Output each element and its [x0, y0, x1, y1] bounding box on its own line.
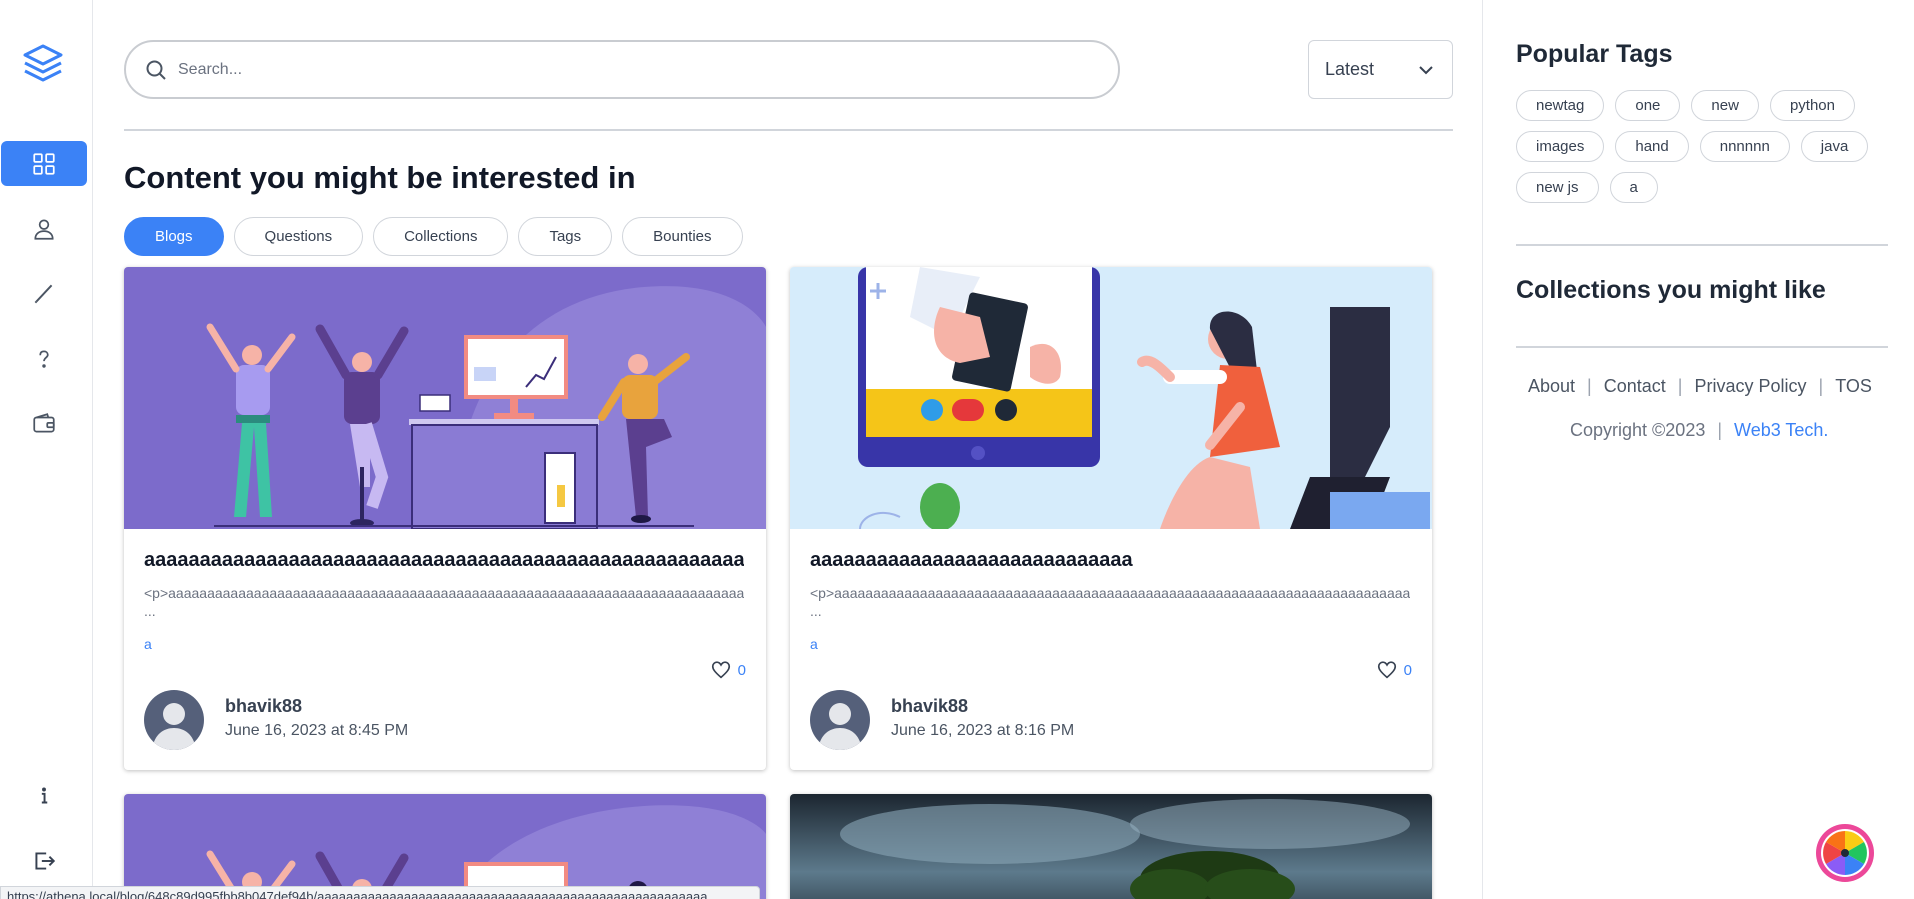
left-sidebar: [0, 0, 93, 899]
separator: |: [1818, 376, 1824, 396]
tag-pill[interactable]: hand: [1615, 131, 1689, 162]
footer-links: About | Contact | Privacy Policy | TOS: [1528, 376, 1872, 397]
tag-pill[interactable]: java: [1800, 131, 1869, 162]
copyright: Copyright ©2023 | Web3 Tech.: [1570, 420, 1828, 441]
popular-tags-list: newtag one new python images hand nnnnnn…: [1516, 90, 1886, 203]
grid-icon: [33, 152, 55, 175]
blog-card[interactable]: aaaaaaaaaaaaaaaaaaaaaaaaaaaaaaaaaaaaaaaa…: [124, 267, 766, 770]
post-date: June 16, 2023 at 8:45 PM: [225, 722, 409, 739]
search-input[interactable]: [178, 60, 1078, 79]
tag-pill[interactable]: nnnnnn: [1699, 131, 1790, 162]
avatar[interactable]: [810, 690, 870, 750]
question-icon: [39, 350, 49, 368]
like-button[interactable]: 0: [1376, 659, 1412, 681]
sidebar-item-home[interactable]: [1, 141, 87, 186]
footer-link-about[interactable]: About: [1528, 376, 1575, 397]
separator: |: [1717, 420, 1723, 440]
card-excerpt-text: <p>aaaaaaaaaaaaaaaaaaaaaaaaaaaaaaaaaaaaa…: [144, 585, 744, 601]
sidebar-item-write[interactable]: [1, 271, 87, 316]
sort-select[interactable]: Latest: [1308, 40, 1453, 99]
browser-status-url: https://athena.local/blog/648c89d995fbb8…: [0, 886, 760, 899]
like-button[interactable]: 0: [710, 659, 746, 681]
tab-questions[interactable]: Questions: [233, 217, 364, 256]
card-excerpt: <p>aaaaaaaaaaaaaaaaaaaaaaaaaaaaaaaaaaaaa…: [144, 584, 744, 620]
tab-bounties[interactable]: Bounties: [622, 217, 743, 256]
tag-pill[interactable]: one: [1615, 90, 1681, 121]
layers-icon[interactable]: [21, 42, 65, 86]
collections-title: Collections you might like: [1516, 276, 1826, 304]
heart-icon: [711, 661, 730, 679]
card-excerpt-text: <p>aaaaaaaaaaaaaaaaaaaaaaaaaaaaaaaaaaaaa…: [810, 585, 1410, 601]
search-icon: [146, 60, 166, 80]
post-date: June 16, 2023 at 8:16 PM: [891, 722, 1075, 739]
author-name[interactable]: bhavik88: [225, 696, 302, 717]
sidebar-item-profile[interactable]: [1, 206, 87, 251]
tag-pill[interactable]: new: [1691, 90, 1759, 121]
card-title[interactable]: aaaaaaaaaaaaaaaaaaaaaaaaaaaaa: [810, 549, 1410, 572]
popular-tags-title: Popular Tags: [1516, 40, 1673, 68]
brand-link[interactable]: Web3 Tech.: [1734, 420, 1828, 441]
avatar-placeholder-icon: [810, 690, 870, 750]
logout-icon[interactable]: [1, 838, 87, 883]
card-excerpt-ellipsis: ...: [144, 603, 156, 619]
blog-card[interactable]: [124, 794, 766, 899]
avatar-placeholder-icon: [144, 690, 204, 750]
tag-pill[interactable]: newtag: [1516, 90, 1605, 121]
search-bar[interactable]: [124, 40, 1120, 99]
sort-selected-label: Latest: [1325, 59, 1375, 79]
tag-pill[interactable]: a: [1609, 172, 1658, 203]
card-tag[interactable]: a: [144, 636, 152, 652]
blog-cover-image: [790, 267, 1432, 529]
content-tabs: Blogs Questions Collections Tags Bountie…: [124, 217, 743, 256]
app: Latest Content you might be interested i…: [0, 0, 1914, 899]
card-title[interactable]: aaaaaaaaaaaaaaaaaaaaaaaaaaaaaaaaaaaaaaaa…: [144, 549, 744, 572]
sidebar-item-wallet[interactable]: [1, 401, 87, 446]
main-content: Latest Content you might be interested i…: [93, 0, 1483, 899]
divider: [1516, 346, 1888, 348]
like-count: 0: [1403, 661, 1412, 679]
blog-cover-image: [124, 794, 766, 899]
avatar[interactable]: [144, 690, 204, 750]
pen-icon: [34, 284, 53, 303]
blog-cover-image: [790, 794, 1432, 899]
tag-pill[interactable]: images: [1516, 131, 1605, 162]
copyright-text: Copyright ©2023: [1570, 420, 1706, 440]
author-name[interactable]: bhavik88: [891, 696, 968, 717]
divider: [124, 129, 1453, 131]
like-count: 0: [737, 661, 746, 679]
tab-collections[interactable]: Collections: [373, 217, 509, 256]
blog-card[interactable]: [790, 794, 1432, 899]
footer-link-tos[interactable]: TOS: [1835, 376, 1872, 397]
tag-pill[interactable]: new js: [1516, 172, 1599, 203]
card-tag[interactable]: a: [810, 636, 818, 652]
right-panel: Popular Tags newtag one new python image…: [1484, 0, 1914, 899]
footer-link-privacy[interactable]: Privacy Policy: [1694, 376, 1806, 397]
divider: [1516, 244, 1888, 246]
heart-icon: [1377, 661, 1396, 679]
sidebar-item-questions[interactable]: [1, 336, 87, 381]
chevron-down-icon: [1419, 65, 1433, 74]
tag-pill[interactable]: python: [1769, 90, 1855, 121]
user-icon: [34, 218, 54, 240]
separator: |: [1677, 376, 1683, 396]
tab-tags[interactable]: Tags: [518, 217, 613, 256]
tab-blogs[interactable]: Blogs: [124, 217, 224, 256]
info-icon[interactable]: [1, 773, 87, 818]
page-title: Content you might be interested in: [124, 160, 636, 195]
card-excerpt-ellipsis: ...: [810, 603, 822, 619]
blog-card[interactable]: aaaaaaaaaaaaaaaaaaaaaaaaaaaaa <p>aaaaaaa…: [790, 267, 1432, 770]
wallet-icon: [33, 412, 55, 432]
footer-link-contact[interactable]: Contact: [1604, 376, 1666, 397]
color-wheel-icon[interactable]: [1814, 822, 1876, 884]
card-excerpt: <p>aaaaaaaaaaaaaaaaaaaaaaaaaaaaaaaaaaaaa…: [810, 584, 1410, 620]
separator: |: [1587, 376, 1592, 396]
blog-cover-image: [124, 267, 766, 529]
